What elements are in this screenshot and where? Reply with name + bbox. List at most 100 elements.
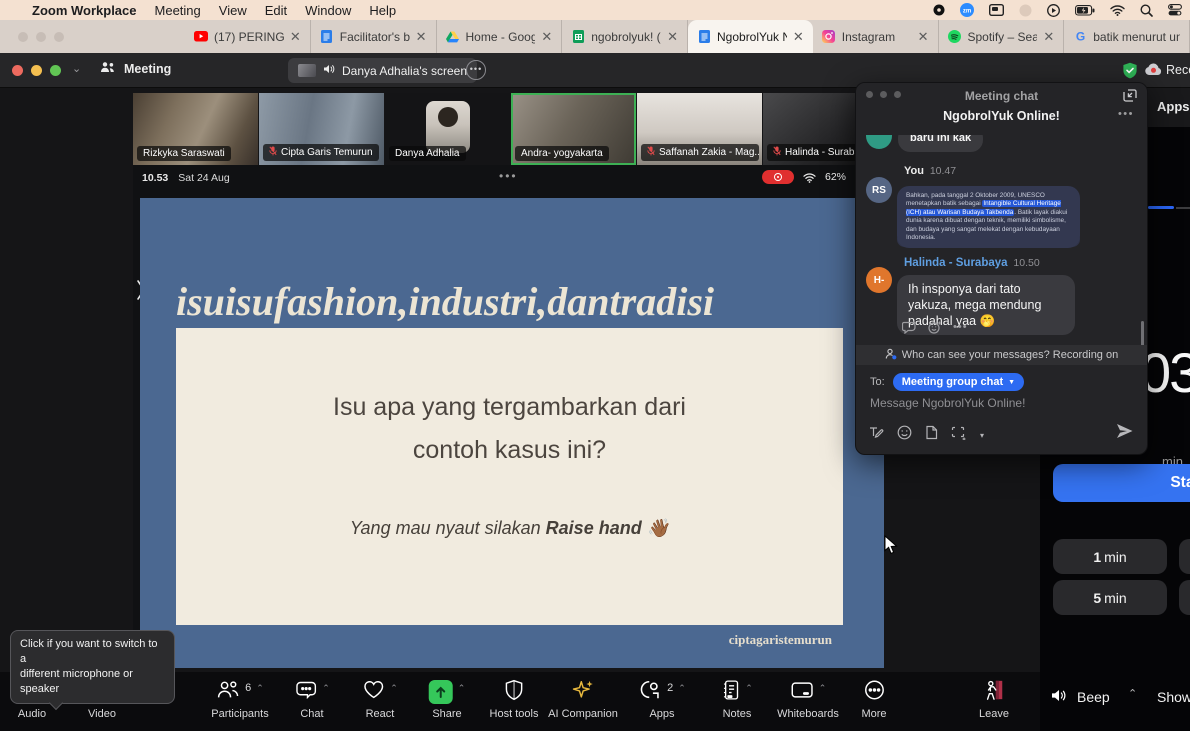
toolbar-ai-companion[interactable]: AI Companion bbox=[548, 680, 618, 720]
toolbar-leave[interactable]: Leave bbox=[979, 680, 1009, 720]
chat-messages[interactable]: baru ini kak You 10.47 RS Bahkan, pada t… bbox=[856, 135, 1147, 345]
toolbar-more[interactable]: More bbox=[861, 680, 886, 720]
add-reaction-icon[interactable] bbox=[928, 321, 942, 339]
reply-icon[interactable] bbox=[902, 321, 917, 339]
tab-ngobrolyuk-form[interactable]: ngobrolyuk! (Resp✕ bbox=[562, 20, 688, 53]
chevron-down-icon[interactable]: ▾ bbox=[980, 431, 984, 440]
tab-instagram[interactable]: Instagram✕ bbox=[813, 20, 939, 53]
close-icon[interactable]: ✕ bbox=[541, 30, 552, 43]
chevron-down-icon[interactable]: ⌄ bbox=[72, 62, 81, 75]
minimize-window-button[interactable] bbox=[31, 65, 42, 76]
chevron-up-icon[interactable]: ⌃ bbox=[458, 683, 466, 694]
sender-name: You bbox=[904, 165, 924, 177]
spotify-icon bbox=[948, 30, 962, 44]
chevron-up-icon[interactable]: ⌃ bbox=[256, 683, 264, 694]
security-shield-icon[interactable] bbox=[1122, 62, 1138, 84]
tab-facilitators-brief[interactable]: Facilitator's brief - ✕ bbox=[311, 20, 437, 53]
zoom-app-menubar-icon[interactable]: zm bbox=[960, 3, 974, 17]
pop-in-icon[interactable] bbox=[1123, 88, 1137, 107]
chevron-up-icon[interactable]: ⌃ bbox=[819, 683, 827, 694]
chevron-up-icon[interactable]: ⌃ bbox=[745, 683, 753, 694]
participant-name: Danya Adhalia bbox=[395, 148, 460, 159]
chevron-up-icon[interactable]: ⌃ bbox=[1128, 687, 1137, 700]
menu-window[interactable]: Window bbox=[305, 3, 351, 18]
recording-cloud-icon[interactable] bbox=[1144, 62, 1163, 81]
message-more-icon[interactable]: ••• bbox=[953, 321, 968, 339]
share-screen-icon bbox=[429, 680, 453, 704]
format-text-icon[interactable] bbox=[868, 425, 884, 445]
tab-google-search-batik[interactable]: G batik menurut une bbox=[1064, 20, 1190, 53]
chevron-up-icon[interactable]: ⌃ bbox=[390, 683, 398, 694]
close-icon[interactable]: ✕ bbox=[667, 30, 678, 43]
sender-name[interactable]: Halinda - Surabaya bbox=[904, 257, 1008, 269]
send-message-icon[interactable] bbox=[1116, 423, 1133, 444]
menu-help[interactable]: Help bbox=[369, 3, 396, 18]
menu-meeting[interactable]: Meeting bbox=[155, 3, 201, 18]
tab-youtube[interactable]: (17) PERINGATAN D✕ bbox=[185, 20, 311, 53]
tab-ngobrolyuk-notulen[interactable]: NgobrolYuk Notulen✕ bbox=[688, 20, 813, 53]
google-icon: G bbox=[1073, 30, 1087, 44]
menu-edit[interactable]: Edit bbox=[265, 3, 287, 18]
timer-preset-1min-button[interactable]: 1 min bbox=[1053, 539, 1167, 574]
menu-view[interactable]: View bbox=[219, 3, 247, 18]
record-dot-icon[interactable] bbox=[933, 4, 945, 16]
shared-screen-pill[interactable]: Danya Adhalia's screen bbox=[288, 58, 477, 83]
close-icon[interactable]: ✕ bbox=[290, 30, 301, 43]
recording-status-label: Reco bbox=[1166, 63, 1190, 77]
tab-spotify[interactable]: Spotify – Search✕ bbox=[939, 20, 1065, 53]
toolbar-participants[interactable]: 6⌃ Participants bbox=[211, 680, 268, 720]
chevron-up-icon[interactable]: ⌃ bbox=[678, 683, 686, 694]
play-circle-icon[interactable] bbox=[1047, 4, 1060, 17]
close-icon[interactable]: ✕ bbox=[918, 30, 929, 43]
toolbar-notes[interactable]: ⌃ Notes bbox=[721, 680, 753, 720]
timer-preset-button-clipped[interactable] bbox=[1179, 580, 1190, 615]
participant-tile-saffanah[interactable]: Saffanah Zakia - Mag... bbox=[637, 93, 762, 165]
chat-message-input[interactable]: Message NgobrolYuk Online! bbox=[870, 396, 1025, 410]
participant-tile-cipta[interactable]: Cipta Garis Temurun bbox=[259, 93, 384, 165]
attach-file-icon[interactable] bbox=[925, 425, 938, 445]
more-options-button[interactable]: ••• bbox=[466, 60, 486, 80]
chat-recipient-select[interactable]: Meeting group chat▼ bbox=[893, 373, 1024, 391]
spotlight-search-icon[interactable] bbox=[1140, 4, 1153, 17]
chevron-up-icon[interactable]: ⌃ bbox=[322, 683, 330, 694]
timer-start-button[interactable]: Start bbox=[1053, 464, 1190, 502]
close-icon[interactable]: ✕ bbox=[793, 30, 804, 43]
close-icon[interactable]: ✕ bbox=[1043, 30, 1054, 43]
timer-preset-5min-button[interactable]: 5 min bbox=[1053, 580, 1167, 615]
toolbar-whiteboards[interactable]: ⌃ Whiteboards bbox=[777, 680, 839, 720]
chat-scrollbar[interactable] bbox=[1141, 321, 1144, 345]
chat-more-options[interactable]: ••• bbox=[1118, 108, 1134, 120]
zoom-window-button[interactable] bbox=[50, 65, 61, 76]
browser-window-controls[interactable] bbox=[18, 32, 64, 42]
privacy-person-icon bbox=[885, 348, 897, 363]
google-sheets-icon bbox=[571, 30, 585, 44]
toolbar-host-tools[interactable]: Host tools bbox=[490, 680, 539, 720]
timer-show-toggle[interactable]: Show bbox=[1157, 689, 1190, 705]
tab-google-drive[interactable]: Home - Google Driv✕ bbox=[437, 20, 563, 53]
shared-device-statusbar: 10.53 Sat 24 Aug ••• 62% bbox=[133, 165, 884, 190]
timer-sound-select[interactable]: Beep bbox=[1077, 689, 1110, 705]
toolbar-share[interactable]: ⌃ Share bbox=[429, 680, 466, 720]
chat-titlebar[interactable]: Meeting chat bbox=[856, 83, 1147, 107]
slide-cta: Yang mau nyaut silakan Raise hand 👋🏾 bbox=[176, 518, 843, 539]
menu-zoom-workplace[interactable]: Zoom Workplace bbox=[32, 3, 137, 18]
screenshot-icon[interactable] bbox=[951, 426, 967, 445]
display-mirroring-icon[interactable] bbox=[989, 4, 1004, 16]
control-center-icon[interactable] bbox=[1168, 4, 1182, 16]
emoji-icon[interactable] bbox=[897, 425, 912, 445]
wifi-icon[interactable] bbox=[1110, 5, 1125, 16]
participant-tile-rizkyka[interactable]: Rizkyka Saraswati bbox=[133, 93, 258, 165]
participant-tile-danya[interactable]: Danya Adhalia bbox=[385, 93, 510, 165]
participant-tile-andra[interactable]: Andra- yogyakarta bbox=[511, 93, 636, 165]
toolbar-chat[interactable]: ⌃ Chat bbox=[294, 680, 330, 720]
message-time: 10.50 bbox=[1013, 257, 1039, 269]
sound-speaker-icon[interactable] bbox=[1051, 688, 1068, 706]
toolbar-apps[interactable]: 2⌃ Apps bbox=[638, 680, 686, 720]
close-window-button[interactable] bbox=[12, 65, 23, 76]
hidden-app-icon[interactable] bbox=[1019, 4, 1032, 17]
shared-screen-view: 10.53 Sat 24 Aug ••• 62% isuisufashion,i… bbox=[133, 165, 884, 668]
svg-text:zm: zm bbox=[963, 9, 971, 15]
close-icon[interactable]: ✕ bbox=[416, 30, 427, 43]
timer-preset-button-clipped[interactable] bbox=[1179, 539, 1190, 574]
toolbar-react[interactable]: ⌃ React bbox=[362, 680, 398, 720]
